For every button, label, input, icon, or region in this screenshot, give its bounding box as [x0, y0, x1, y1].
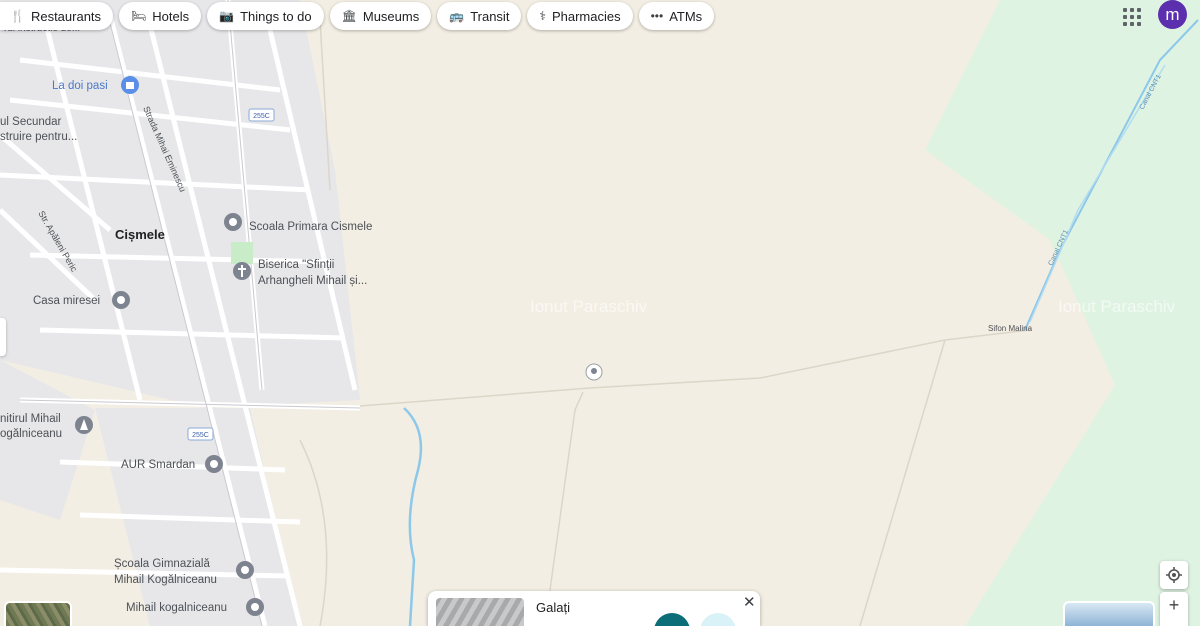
svg-text:255C: 255C — [192, 432, 209, 439]
directions-button[interactable] — [654, 613, 690, 626]
monument-poi-icon[interactable] — [75, 416, 93, 434]
map-label-la-doi-pasi[interactable]: La doi pasi — [52, 80, 108, 92]
map-label-monument[interactable]: nitirul Mihail — [0, 413, 61, 425]
chip-label: ATMs — [669, 8, 703, 24]
chip-museums[interactable]: 🏛 Museums — [329, 2, 432, 30]
zoom-in-button[interactable]: + — [1160, 592, 1188, 626]
apps-grid-icon[interactable] — [1119, 4, 1141, 26]
map-label-casa-miresei[interactable]: Casa miresei — [33, 295, 100, 307]
office-poi-icon[interactable] — [205, 455, 223, 473]
map-label-scoala-gimnaziala-2[interactable]: Mihail Kogălniceanu — [114, 574, 217, 586]
chip-label: Things to do — [240, 8, 312, 24]
pharmacy-icon: ⚕ — [539, 9, 546, 23]
map-label-secundar-2: struire pentru... — [0, 131, 77, 143]
locality-label-cismele[interactable]: Cișmele — [115, 227, 165, 242]
layers-toggle-thumbnail[interactable] — [4, 601, 72, 626]
map-label-biserica-2[interactable]: Arhangheli Mihail și... — [258, 275, 367, 287]
location-pin-icon[interactable] — [585, 363, 603, 381]
watermark-text: Ionut Paraschiv — [530, 297, 648, 316]
svg-text:255C: 255C — [253, 113, 270, 120]
map-label-monument-2[interactable]: ogălniceanu — [0, 428, 62, 440]
school-poi-icon[interactable] — [224, 213, 242, 231]
school-poi-icon[interactable] — [236, 561, 254, 579]
route-shield: 255C — [187, 427, 214, 441]
chip-label: Pharmacies — [551, 8, 621, 24]
route-shield: 255C — [248, 108, 275, 122]
chip-atms[interactable]: ••• ATMs — [638, 2, 715, 30]
school-poi-icon[interactable] — [246, 598, 264, 616]
account-avatar[interactable]: m — [1158, 0, 1187, 29]
map-label-secundar: ul Secundar — [0, 116, 62, 128]
map-canvas[interactable]: 255C 255C rul instructie de... La doi pa… — [0, 0, 1200, 626]
map-label-scoala-primara[interactable]: Scoala Primara Cismele — [249, 221, 372, 233]
map-label-sifon-malina: Sifon Malina — [988, 324, 1033, 333]
chip-things-to-do[interactable]: 📷 Things to do — [207, 2, 324, 30]
map-label-mihail-kogalniceanu[interactable]: Mihail kogalniceanu — [126, 602, 227, 614]
map-label-scoala-gimnaziala[interactable]: Școala Gimnazială — [114, 558, 210, 570]
map-label-aur[interactable]: AUR Smardan — [121, 459, 195, 471]
plus-icon: + — [1168, 595, 1180, 615]
watermark-text: Ionut Paraschiv — [1058, 297, 1176, 316]
street-view-thumbnail[interactable] — [1063, 601, 1155, 626]
atm-icon: ••• — [650, 9, 664, 23]
chip-label: Museums — [362, 8, 420, 24]
museum-icon: 🏛 — [341, 9, 357, 23]
venue-poi-icon[interactable] — [112, 291, 130, 309]
crosshair-icon — [1166, 567, 1182, 583]
place-card-photo[interactable] — [436, 598, 524, 626]
chip-transit[interactable]: 🚌 Transit — [437, 2, 522, 30]
camera-icon: 📷 — [219, 9, 235, 23]
shopping-poi-icon[interactable] — [121, 76, 139, 94]
chip-label: Transit — [470, 8, 510, 24]
save-place-button[interactable] — [700, 613, 736, 626]
place-card[interactable]: Galați ✕ — [428, 591, 760, 626]
chip-pharmacies[interactable]: ⚕ Pharmacies — [527, 2, 633, 30]
fork-knife-icon: 🍴 — [10, 9, 25, 23]
map-label-biserica[interactable]: Biserica "Sfinții — [258, 259, 334, 271]
collapse-panel-tab[interactable] — [0, 318, 6, 356]
church-poi-icon[interactable] — [233, 262, 251, 280]
chip-label: Hotels — [152, 8, 190, 24]
chip-hotels[interactable]: 🛏 Hotels — [119, 2, 202, 30]
bus-icon: 🚌 — [449, 9, 465, 23]
my-location-button[interactable] — [1160, 561, 1188, 589]
chip-label: Restaurants — [30, 8, 102, 24]
category-chip-bar: 🍴 Restaurants 🛏 Hotels 📷 Things to do 🏛 Muse… — [0, 2, 715, 30]
place-card-title[interactable]: Galați — [536, 600, 570, 615]
park-square — [231, 242, 253, 264]
bed-icon: 🛏 — [131, 9, 147, 23]
close-icon[interactable]: ✕ — [743, 593, 756, 611]
chip-restaurants[interactable]: 🍴 Restaurants — [0, 2, 114, 30]
